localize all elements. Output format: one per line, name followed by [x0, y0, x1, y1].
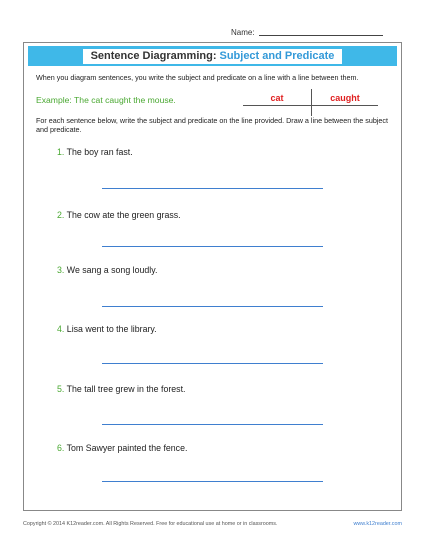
site-link[interactable]: www.k12reader.com	[353, 521, 402, 527]
title-bar: Sentence Diagramming: Subject and Predic…	[28, 46, 397, 66]
sentence-text: The boy ran fast.	[66, 147, 133, 157]
sentence-item: 6. Tom Sawyer painted the fence.	[57, 443, 187, 453]
diagram-predicate: caught	[330, 93, 360, 103]
diagram-divider	[311, 89, 312, 116]
name-label: Name:	[231, 28, 255, 37]
sentence-item: 3. We sang a song loudly.	[57, 265, 157, 275]
copyright-notice: Copyright © 2014 K12reader.com. All Righ…	[23, 521, 278, 527]
name-field-line[interactable]	[259, 35, 383, 36]
sentence-number: 1.	[57, 147, 65, 157]
sentence-item: 5. The tall tree grew in the forest.	[57, 384, 185, 394]
sentence-item: 1. The boy ran fast.	[57, 147, 133, 157]
title-main: Sentence Diagramming:	[90, 50, 217, 62]
answer-line[interactable]	[102, 188, 323, 189]
sentence-text: Tom Sawyer painted the fence.	[66, 443, 188, 453]
title-subject-predicate: Subject and Predicate	[219, 50, 335, 62]
answer-line[interactable]	[102, 306, 323, 307]
sentence-number: 5.	[57, 384, 65, 394]
answer-line[interactable]	[102, 424, 323, 425]
answer-line[interactable]	[102, 363, 323, 364]
sentence-item: 4. Lisa went to the library.	[57, 324, 157, 334]
intro-text: When you diagram sentences, you write th…	[36, 73, 359, 82]
answer-line[interactable]	[102, 246, 323, 247]
worksheet-frame	[23, 42, 402, 511]
sentence-number: 6.	[57, 443, 65, 453]
sentence-text: The cow ate the green grass.	[66, 210, 181, 220]
sentence-text: Lisa went to the library.	[66, 324, 157, 334]
example-sentence: Example: The cat caught the mouse.	[36, 95, 176, 105]
sentence-text: We sang a song loudly.	[66, 265, 158, 275]
page-title: Sentence Diagramming: Subject and Predic…	[82, 48, 343, 64]
sentence-item: 2. The cow ate the green grass.	[57, 210, 181, 220]
instructions-text: For each sentence below, write the subje…	[36, 116, 389, 134]
sentence-number: 3.	[57, 265, 65, 275]
diagram-subject: cat	[270, 93, 284, 103]
answer-line[interactable]	[102, 481, 323, 482]
sentence-number: 2.	[57, 210, 65, 220]
sentence-number: 4.	[57, 324, 65, 334]
sentence-text: The tall tree grew in the forest.	[66, 384, 186, 394]
